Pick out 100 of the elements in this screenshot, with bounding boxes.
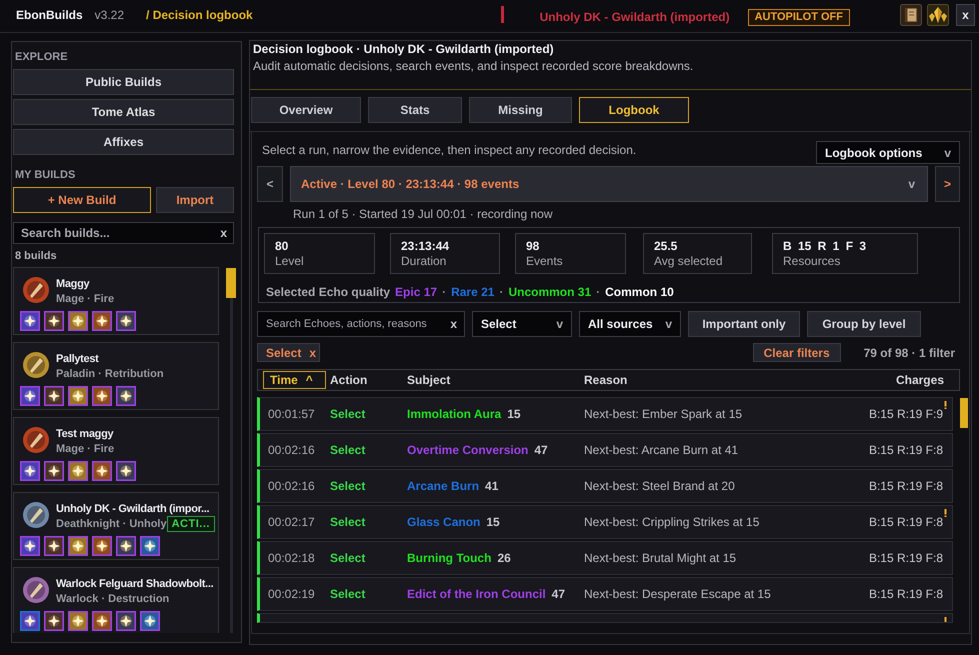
book-icon[interactable]: [900, 4, 922, 26]
charges-text: B:15 R:19 F:9: [868, 406, 943, 422]
new-build-button[interactable]: + New Build: [13, 187, 151, 213]
options-dropdown[interactable]: Logbook options v: [816, 141, 960, 164]
reason-text: Next-best: Steel Brand at 20: [584, 478, 736, 494]
filter-button[interactable]: Important only: [688, 311, 800, 337]
previous-run-button[interactable]: <: [257, 166, 283, 202]
clear-search-button[interactable]: x: [220, 225, 227, 241]
echo-name: Edict of the Iron Council: [407, 586, 546, 602]
reason-text: Next-best: Ember Spark at 15: [584, 406, 744, 422]
build-name: Pallytest: [56, 352, 100, 367]
echo-name: Overtime Conversion: [407, 442, 528, 458]
hint-text: Select a run, narrow the evidence, then inspect any recorded decision.: [262, 142, 636, 158]
quality-count: Epic 17: [395, 284, 438, 300]
tab[interactable]: Stats: [368, 97, 462, 123]
table-row[interactable]: [257, 613, 953, 623]
stat-label: Avg selected: [654, 254, 724, 269]
time-text: 00:02:16: [268, 442, 316, 458]
column-header[interactable]: Charges: [896, 371, 944, 389]
echo-score: 41: [485, 478, 498, 494]
build-spec: Paladin · Retribution: [56, 367, 164, 381]
stat-value: 25.5: [654, 239, 678, 254]
stat-label: Events: [526, 254, 564, 269]
nav-button[interactable]: Affixes: [13, 129, 234, 155]
page-title: Decision logbook · Unholy DK - Gwildarth (imported): [253, 41, 555, 57]
build-name: Warlock Felguard Shadowbolt...: [56, 577, 214, 592]
action-text: Select: [330, 478, 366, 494]
stat-label: Resources: [783, 254, 842, 269]
stat-value: 98: [526, 239, 540, 254]
build-spec: Mage · Fire: [56, 442, 114, 456]
crystal-icon[interactable]: [927, 4, 949, 26]
reason-text: Next-best: Desperate Escape at 15: [584, 586, 772, 602]
quality-label: Selected Echo quality: [266, 284, 390, 300]
charges-text: B:15 R:19 F:8: [868, 514, 943, 530]
build-name: Unholy DK - Gwildarth (impor...: [56, 502, 210, 517]
tab[interactable]: Overview: [251, 97, 361, 123]
column-header[interactable]: Reason: [584, 371, 896, 389]
clear-filters-button[interactable]: Clear filters: [752, 343, 841, 362]
action-text: Select: [330, 550, 366, 566]
accent-bar: [500, 6, 504, 23]
charges-text: B:15 R:19 F:8: [868, 586, 943, 602]
autopilot-button[interactable]: AUTOPILOT OFF: [748, 9, 850, 26]
run-dropdown[interactable]: Active · Level 80 · 23:13:44 · 98 events v: [290, 166, 928, 202]
build-name: Test maggy: [56, 427, 114, 442]
echo-name: Burning Touch: [407, 550, 492, 566]
separator-text: ·: [596, 284, 600, 300]
time-text: 00:02:19: [268, 586, 316, 602]
build-card[interactable]: Warlock Felguard Shadowbolt... Warlock · Destruction: [13, 567, 219, 633]
build-spec: Warlock · Destruction: [56, 592, 170, 606]
filter-chip[interactable]: Select x: [257, 343, 320, 362]
clear-search-button[interactable]: x: [450, 316, 457, 332]
echo-score: 47: [552, 586, 566, 602]
build-count: 8 builds: [14, 249, 58, 263]
build-spec: Mage · Fire: [56, 292, 114, 306]
table-row[interactable]: 00:02:16 Select Arcane Burn 41 Next-best: Steel Brand at 20 B:15 R:19 F:8: [257, 469, 953, 503]
nav-button[interactable]: Tome Atlas: [13, 99, 234, 125]
import-button[interactable]: Import: [156, 187, 234, 213]
quality-count: Uncommon 31: [508, 284, 592, 300]
table-row[interactable]: 00:01:57 Select Immolation Aura 15 Next-best: Ember Spark at 15 B:15 R:19 F:9: [257, 397, 953, 431]
remove-filter-button[interactable]: x: [309, 344, 316, 360]
build-card[interactable]: Test maggy Mage · Fire: [13, 417, 219, 485]
filter-dropdown[interactable]: Select v: [472, 311, 572, 337]
section-label: EXPLORE: [14, 50, 69, 64]
tab[interactable]: Logbook: [579, 97, 689, 123]
nav-button[interactable]: Public Builds: [13, 69, 234, 95]
filter-button[interactable]: Group by level: [807, 311, 921, 337]
time-text: 00:02:18: [268, 550, 316, 566]
echo-score: 15: [486, 514, 500, 530]
action-text: Select: [330, 514, 366, 530]
build-card[interactable]: Pallytest Paladin · Retribution: [13, 342, 219, 410]
scrollbar-thumb[interactable]: [226, 268, 236, 298]
echo-score: 26: [497, 550, 511, 566]
column-header[interactable]: Subject: [407, 371, 584, 389]
column-header[interactable]: Time ^: [263, 371, 326, 389]
time-text: 00:01:57: [268, 406, 316, 422]
quality-count: Rare 21: [451, 284, 494, 300]
tab[interactable]: Missing: [469, 97, 572, 123]
filter-dropdown[interactable]: All sources v: [579, 311, 681, 337]
stat-value: 23:13:44: [401, 239, 450, 254]
separator-text: ·: [499, 284, 504, 300]
stat-label: Level: [275, 254, 305, 269]
build-name: Maggy: [56, 277, 90, 292]
next-run-button[interactable]: >: [935, 166, 960, 202]
scrollbar-thumb[interactable]: [960, 398, 968, 428]
quality-count: Common 10: [605, 284, 674, 300]
table-row[interactable]: 00:02:18 Select Burning Touch 26 Next-best: Brutal Might at 15 B:15 R:19 F:8: [257, 541, 953, 575]
active-badge: ACTI...: [166, 516, 215, 532]
separator-text: ·: [442, 284, 446, 300]
stat-label: Duration: [401, 254, 448, 269]
run-info: Run 1 of 5 · Started 19 Jul 00:01 · recording now: [292, 206, 554, 222]
version-label: v3.22: [94, 6, 124, 22]
build-card[interactable]: Unholy DK - Gwildarth (impor... Deathknight · Unholy ACTI...: [13, 492, 219, 560]
table-row[interactable]: 00:02:16 Select Overtime Conversion 47 Next-best: Arcane Burn at 41 B:15 R:19 F:8: [257, 433, 953, 467]
build-card[interactable]: Maggy Mage · Fire: [13, 267, 219, 335]
active-build-name: Unholy DK - Gwildarth (imported): [540, 8, 730, 24]
column-header[interactable]: Action: [330, 371, 407, 389]
close-button[interactable]: x: [956, 4, 975, 26]
table-row[interactable]: 00:02:17 Select Glass Canon 15 Next-best: Crippling Strikes at 15 B:15 R:19 F:8: [257, 505, 953, 539]
table-row[interactable]: 00:02:19 Select Edict of the Iron Council 47 Next-best: Desperate Escape at 15 B:15 R:19 F:8: [257, 577, 953, 611]
reason-text: Next-best: Brutal Might at 15: [584, 550, 738, 566]
